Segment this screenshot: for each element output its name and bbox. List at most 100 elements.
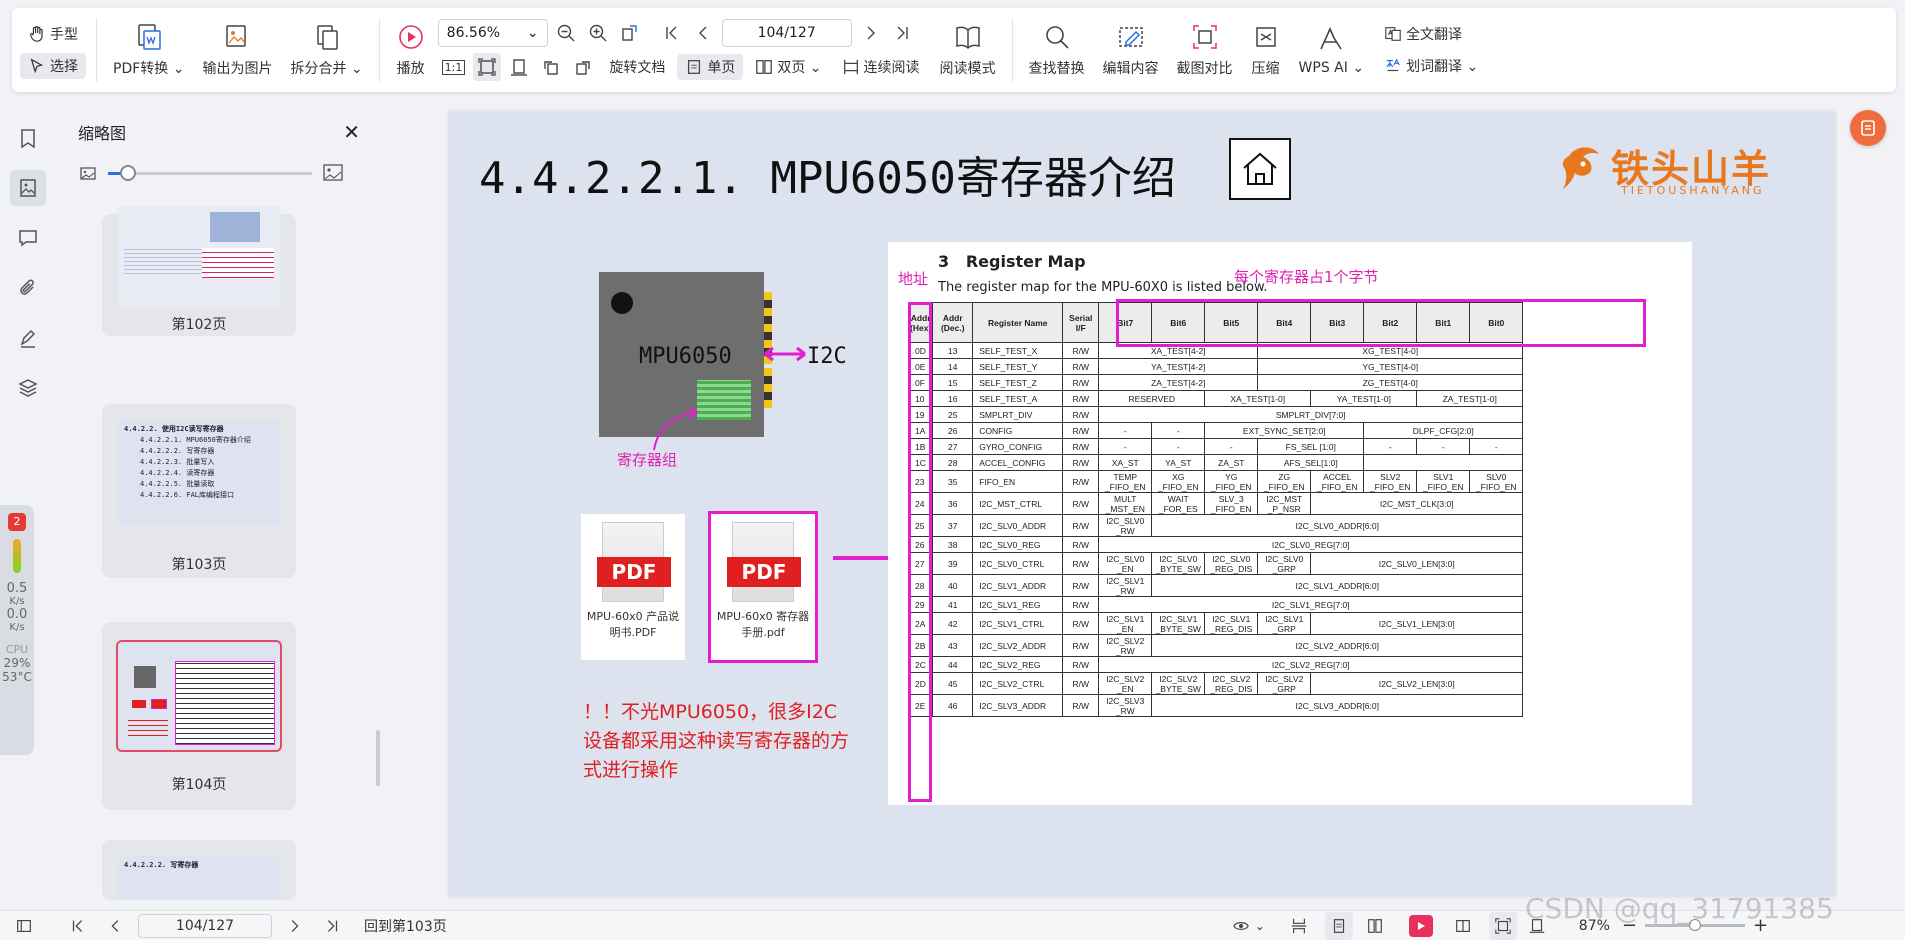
actual-size-button[interactable]: 1:1	[438, 57, 470, 78]
next-page-button[interactable]	[280, 912, 308, 940]
register-name: I2C_SLV1_CTRL	[972, 612, 1064, 635]
signature-nav-button[interactable]	[10, 320, 46, 356]
rotate-toggle-button[interactable]	[616, 19, 644, 47]
zoom-in-icon	[589, 24, 607, 42]
pdf-file-icon: PDF	[597, 522, 671, 602]
first-page-button[interactable]	[64, 912, 92, 940]
edit-content-button[interactable]: 编辑内容	[1097, 15, 1165, 85]
register-name: CONFIG	[972, 422, 1064, 439]
attachment-nav-button[interactable]	[10, 270, 46, 306]
zoom-in-button[interactable]	[584, 19, 612, 47]
layers-nav-button[interactable]	[10, 370, 46, 406]
double-view-button[interactable]	[1361, 912, 1389, 940]
double-page-button[interactable]: 双页 ⌄	[747, 54, 829, 80]
prev-page-button[interactable]	[690, 19, 718, 47]
register-bit-field: MULT _MST_EN	[1098, 492, 1153, 515]
floating-assistant-button[interactable]	[1850, 110, 1886, 146]
layers-icon	[18, 379, 38, 397]
continuous-read-button[interactable]: 连续阅读	[834, 54, 928, 80]
full-translate-button[interactable]: 全文翻译	[1376, 21, 1486, 47]
large-image-icon[interactable]	[322, 162, 344, 184]
thumbnail-page-selected[interactable]: 第104页	[102, 622, 296, 810]
thumbnail-nav-button[interactable]	[10, 170, 46, 206]
slideshow-button[interactable]	[1408, 914, 1433, 937]
rotate-right-button[interactable]	[569, 53, 597, 81]
zoom-out-icon	[557, 24, 575, 42]
register-bit-field: -	[1098, 422, 1153, 439]
system-monitor-widget[interactable]: 2 0.5 K/s 0.0 K/s CPU 29% 53°C	[0, 505, 34, 755]
small-image-icon[interactable]	[78, 163, 98, 183]
split-merge-button[interactable]: 拆分合并 ⌄	[284, 15, 368, 85]
comment-nav-button[interactable]	[10, 220, 46, 256]
thumbnail-page[interactable]: 第102页	[102, 206, 296, 336]
register-bit-field: WAIT _FOR_ES	[1151, 492, 1206, 515]
screenshot-compare-button[interactable]: 截图对比	[1171, 15, 1239, 85]
zoom-out-button[interactable]	[552, 19, 580, 47]
toggle-sidebar-button[interactable]	[10, 912, 38, 940]
toolbar-ribbon: 手型 选择 PDF转换 ⌄ 输出为图片 拆分合并 ⌄ 播放 86.56% ⌄ 1…	[12, 8, 1896, 92]
last-page-button[interactable]	[318, 912, 346, 940]
select-tool-button[interactable]: 选择	[20, 53, 86, 79]
rotate-left-button[interactable]	[537, 53, 565, 81]
register-bit-field: I2C_SLV0 _BYTE_SW	[1151, 552, 1206, 575]
continuous-view-button[interactable]	[1285, 912, 1313, 940]
register-map-heading: 3 Register Map	[938, 252, 1086, 271]
pdf-badge: PDF	[727, 557, 801, 587]
register-row: 2A 42 I2C_SLV1_CTRL R/W I2C_SLV1 _EN I2C_SLV1 _…	[907, 612, 1524, 635]
page-number-input[interactable]: 104/127	[721, 19, 852, 47]
rotate-document-button[interactable]: 旋转文档	[601, 54, 673, 80]
panel-scrollbar[interactable]	[376, 730, 380, 786]
slider-handle[interactable]	[120, 164, 137, 181]
fit-page-button[interactable]	[1488, 911, 1517, 940]
prev-page-button[interactable]	[102, 912, 130, 940]
thumbnail-size-slider[interactable]	[108, 164, 312, 181]
thumbnail-line: 4.4.2.2.6. FAL库编程接口	[140, 491, 235, 499]
pdf-file-card[interactable]: PDF MPU-60x0 产品说明书.PDF	[581, 514, 685, 660]
read-mode-button[interactable]: 阅读模式	[934, 15, 1002, 85]
register-group-label: 寄存器组	[617, 451, 678, 469]
bookmark-nav-button[interactable]	[10, 120, 46, 156]
watermark: CSDN @qq_31791385	[1525, 892, 1834, 925]
eye-protection-button[interactable]	[1227, 912, 1255, 940]
register-bit-field: RESERVED	[1098, 390, 1206, 407]
reading-mode-button[interactable]	[1449, 912, 1477, 940]
compress-button[interactable]: 压缩	[1245, 15, 1287, 85]
thumbnail-page[interactable]: 4.4.2.2.2. 写寄存器	[102, 840, 296, 900]
chevron-down-icon[interactable]: ⌄	[1255, 919, 1265, 933]
fit-width-button[interactable]	[505, 53, 533, 81]
close-icon[interactable]: ✕	[343, 120, 360, 144]
fit-page-button[interactable]	[473, 53, 502, 81]
pdf-file-card-highlighted[interactable]: PDF MPU-60x0 寄存器手册.pdf	[708, 511, 818, 663]
register-name: I2C_SLV2_REG	[972, 656, 1064, 673]
register-bit-field: DLPF_CFG[2:0]	[1363, 422, 1524, 439]
export-image-button[interactable]: 输出为图片	[196, 15, 278, 85]
wps-ai-button[interactable]: WPS AI ⌄	[1293, 15, 1371, 85]
thumbnail-page[interactable]: 4.4.2.2. 使用I2C读写寄存器 4.4.2.2.1. MPU6050寄存…	[102, 404, 296, 578]
first-page-button[interactable]	[658, 19, 686, 47]
play-button[interactable]: 播放	[390, 15, 432, 85]
word-translate-button[interactable]: 划词翻译 ⌄	[1376, 53, 1486, 79]
view-group: 播放 86.56% ⌄ 104/127 1:1 旋转文档 单页 双页 ⌄ 连续阅…	[382, 8, 1010, 92]
last-page-button[interactable]	[888, 19, 916, 47]
single-page-button[interactable]: 单页	[677, 54, 744, 80]
status-page-input[interactable]: 104/127	[138, 913, 272, 938]
chip-io-stripe	[764, 368, 772, 408]
download-rate: 0.0	[6, 607, 28, 622]
register-row: 25 37 I2C_SLV0_ADDR R/W I2C_SLV0 _RW I2C_SLV0_…	[907, 514, 1524, 537]
hand-tool-button[interactable]: 手型	[20, 21, 86, 47]
goat-logo-icon	[1562, 147, 1599, 189]
pdf-convert-icon	[137, 24, 161, 50]
next-page-button[interactable]	[856, 19, 884, 47]
pdf-convert-button[interactable]: PDF转换 ⌄	[107, 15, 190, 85]
thumbnail-image	[118, 206, 280, 308]
register-addr-dec: 35	[932, 470, 974, 493]
zoom-select[interactable]: 86.56% ⌄	[437, 19, 548, 47]
find-replace-button[interactable]: 查找替换	[1023, 15, 1091, 85]
home-icon[interactable]	[1229, 138, 1291, 200]
single-view-button[interactable]	[1324, 911, 1353, 940]
register-bit-field: SMPLRT_DIV[7:0]	[1098, 406, 1524, 423]
pdf-convert-label: PDF转换 ⌄	[113, 61, 185, 77]
translate-stack: 全文翻译 划词翻译 ⌄	[1376, 21, 1486, 79]
first-page-icon	[665, 26, 677, 40]
back-to-page-link[interactable]: 回到第103页	[364, 916, 447, 936]
